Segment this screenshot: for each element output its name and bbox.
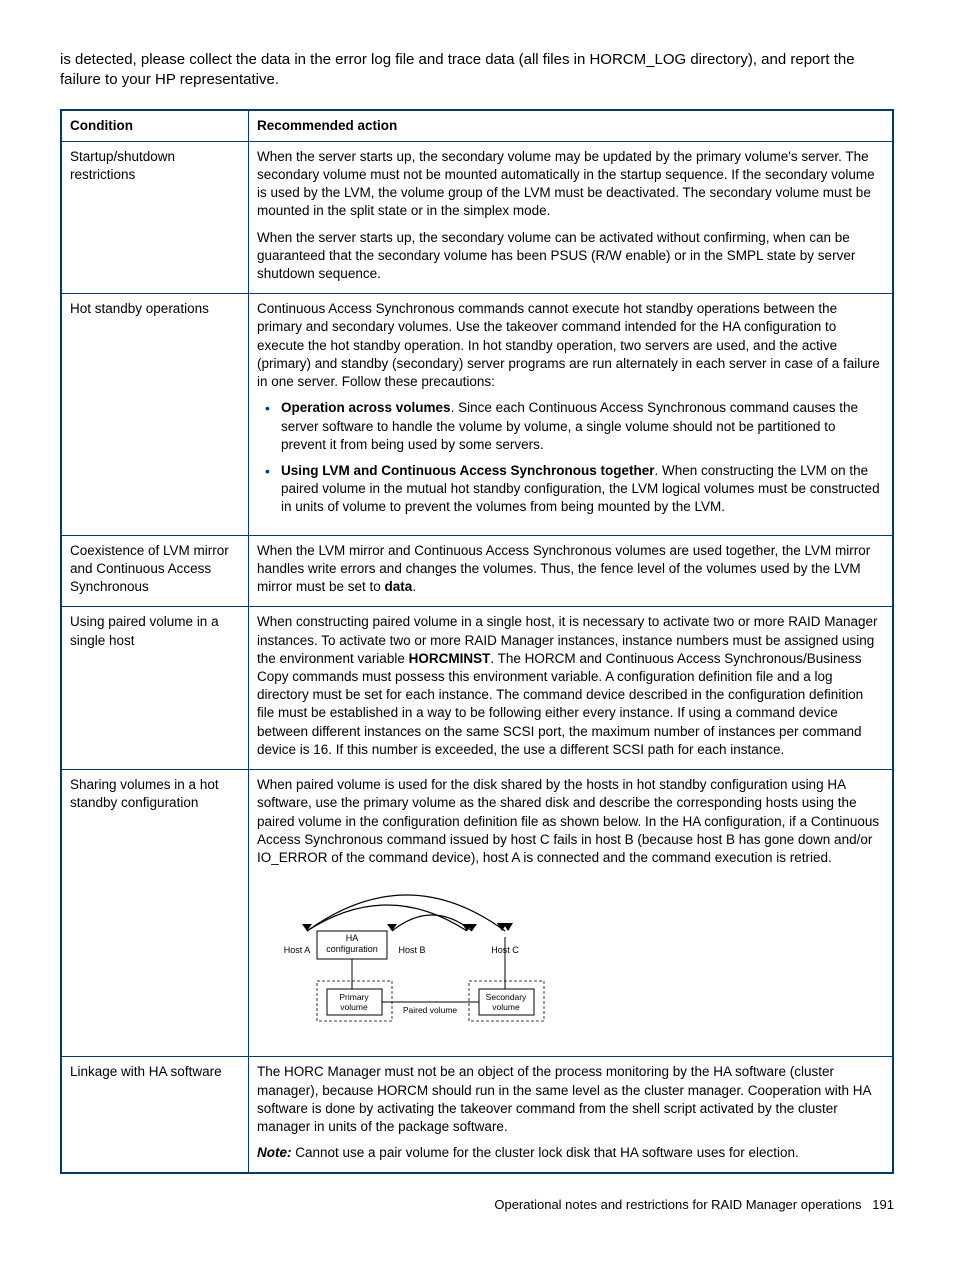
bullet-lead: Using LVM and Continuous Access Synchron… [281,463,655,478]
diagram-label: HA [346,933,359,943]
ha-diagram: HA configuration Host A Host B Host C [257,881,884,1046]
action-paragraph: When the server starts up, the secondary… [257,229,884,284]
action-cell: When paired volume is used for the disk … [249,770,894,1057]
svg-text:Secondary: Secondary [486,992,527,1002]
svg-text:Paired volume: Paired volume [403,1005,458,1015]
diagram-svg: HA configuration Host A Host B Host C [257,881,577,1041]
page-number: 191 [872,1197,894,1212]
page-footer: Operational notes and restrictions for R… [60,1196,894,1214]
table-row: Startup/shutdown restrictions When the s… [61,141,893,294]
table-row: Sharing volumes in a hot standby configu… [61,770,893,1057]
intro-paragraph: is detected, please collect the data in … [60,50,894,91]
footer-text: Operational notes and restrictions for R… [494,1197,861,1212]
action-paragraph: When the server starts up, the secondary… [257,148,884,221]
svg-text:volume: volume [340,1002,368,1012]
header-condition: Condition [61,110,249,142]
condition-cell: Coexistence of LVM mirror and Continuous… [61,535,249,607]
list-item: Operation across volumes. Since each Con… [277,399,884,454]
action-cell: When the LVM mirror and Continuous Acces… [249,535,894,607]
condition-cell: Hot standby operations [61,294,249,535]
condition-cell: Using paired volume in a single host [61,607,249,770]
conditions-table: Condition Recommended action Startup/shu… [60,109,894,1175]
action-cell: The HORC Manager must not be an object o… [249,1057,894,1174]
action-paragraph: Continuous Access Synchronous commands c… [257,300,884,391]
diagram-label: Host A [284,945,311,955]
action-cell: Continuous Access Synchronous commands c… [249,294,894,535]
condition-cell: Startup/shutdown restrictions [61,141,249,294]
table-row: Using paired volume in a single host Whe… [61,607,893,770]
svg-text:volume: volume [492,1002,520,1012]
action-paragraph: When constructing paired volume in a sin… [257,613,884,759]
table-row: Linkage with HA software The HORC Manage… [61,1057,893,1174]
action-paragraph: The HORC Manager must not be an object o… [257,1063,884,1136]
condition-cell: Linkage with HA software [61,1057,249,1174]
diagram-label: Host B [398,945,425,955]
action-paragraph: When paired volume is used for the disk … [257,776,884,867]
note-paragraph: Note: Cannot use a pair volume for the c… [257,1144,884,1162]
table-row: Coexistence of LVM mirror and Continuous… [61,535,893,607]
bullet-lead: Operation across volumes [281,400,451,415]
header-action: Recommended action [249,110,894,142]
action-cell: When constructing paired volume in a sin… [249,607,894,770]
action-cell: When the server starts up, the secondary… [249,141,894,294]
list-item: Using LVM and Continuous Access Synchron… [277,462,884,517]
action-paragraph: When the LVM mirror and Continuous Acces… [257,542,884,597]
svg-text:Primary: Primary [339,992,369,1002]
table-row: Hot standby operations Continuous Access… [61,294,893,535]
svg-text:configuration: configuration [326,944,378,954]
condition-cell: Sharing volumes in a hot standby configu… [61,770,249,1057]
bullet-list: Operation across volumes. Since each Con… [263,399,884,516]
